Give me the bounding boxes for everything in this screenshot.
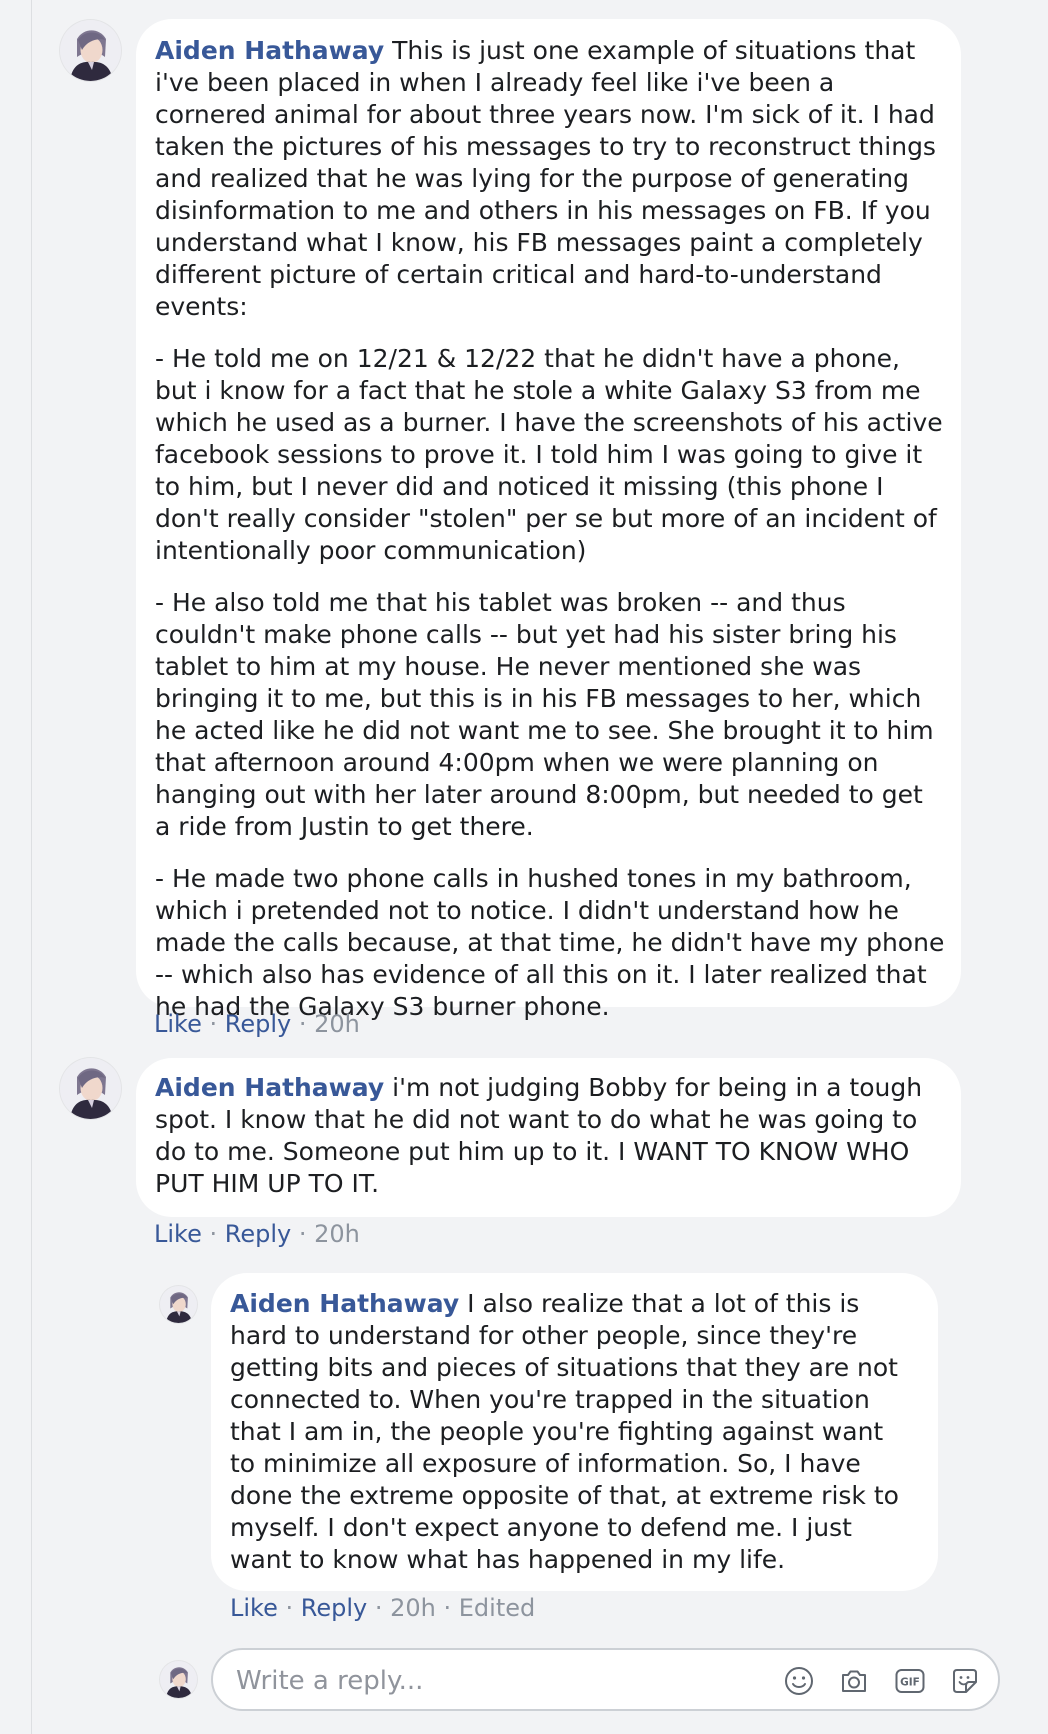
like-button[interactable]: Like xyxy=(230,1594,278,1622)
comment-body: I also realize that a lot of this is har… xyxy=(230,1289,899,1574)
comment-body: This is just one example of situations t… xyxy=(155,36,936,321)
timestamp[interactable]: 20h xyxy=(314,1010,360,1038)
avatar-image xyxy=(160,1661,197,1698)
avatar[interactable] xyxy=(60,20,121,81)
separator-dot: · xyxy=(291,1010,315,1038)
comment-paragraph: - He told me on 12/21 & 12/22 that he di… xyxy=(155,344,943,565)
comment-thread-panel: Aiden Hathaway This is just one example … xyxy=(0,0,1048,1734)
reply-button[interactable]: Reply xyxy=(225,1010,291,1038)
comment-paragraph: Aiden Hathaway I also realize that a lot… xyxy=(230,1288,915,1576)
author-name-link[interactable]: Aiden Hathaway xyxy=(230,1289,459,1318)
svg-text:GIF: GIF xyxy=(900,1677,920,1689)
comment-paragraph: - He also told me that his tablet was br… xyxy=(155,588,934,841)
emoji-icon[interactable] xyxy=(782,1664,816,1698)
reply-composer[interactable]: GIF xyxy=(211,1648,1000,1711)
reply-input[interactable] xyxy=(234,1662,768,1700)
author-name-link[interactable]: Aiden Hathaway xyxy=(155,36,384,65)
reply-button[interactable]: Reply xyxy=(225,1220,291,1248)
comment-actions: Like · Reply · 20h · Edited xyxy=(230,1593,535,1623)
comment-bubble: Aiden Hathaway This is just one example … xyxy=(136,19,961,1021)
avatar[interactable] xyxy=(60,1058,121,1119)
avatar[interactable] xyxy=(160,1661,197,1698)
comment-actions: Like · Reply · 20h xyxy=(154,1219,360,1249)
timestamp[interactable]: 20h xyxy=(314,1220,360,1248)
comment-text: Aiden Hathaway I also realize that a lot… xyxy=(230,1288,915,1576)
comment-bubble: Aiden Hathaway i'm not judging Bobby for… xyxy=(136,1058,961,1217)
thread-divider xyxy=(31,0,32,1734)
gif-icon[interactable]: GIF xyxy=(893,1664,927,1698)
avatar[interactable] xyxy=(160,1286,197,1323)
separator-dot: · xyxy=(201,1010,225,1038)
comment-text: Aiden Hathaway i'm not judging Bobby for… xyxy=(155,1072,945,1200)
comment-text: Aiden Hathaway This is just one example … xyxy=(155,35,945,1023)
like-button[interactable]: Like xyxy=(154,1220,202,1248)
comment-paragraph: Aiden Hathaway i'm not judging Bobby for… xyxy=(155,1072,945,1200)
timestamp[interactable]: 20h xyxy=(390,1594,436,1622)
separator-dot: · xyxy=(367,1594,391,1622)
like-button[interactable]: Like xyxy=(154,1010,202,1038)
edited-label[interactable]: Edited xyxy=(459,1594,535,1622)
camera-icon[interactable] xyxy=(837,1664,871,1698)
sticker-icon[interactable] xyxy=(948,1664,982,1698)
separator-dot: · xyxy=(435,1594,459,1622)
separator-dot: · xyxy=(201,1220,225,1248)
comment-bubble: Aiden Hathaway I also realize that a lot… xyxy=(211,1273,938,1591)
comment-paragraph: Aiden Hathaway This is just one example … xyxy=(155,35,945,323)
avatar-image xyxy=(60,1058,121,1119)
comment-paragraph: - He made two phone calls in hushed tone… xyxy=(155,864,945,1021)
separator-dot: · xyxy=(291,1220,315,1248)
comment-actions: Like · Reply · 20h xyxy=(154,1009,360,1039)
reply-button[interactable]: Reply xyxy=(301,1594,367,1622)
avatar-image xyxy=(60,20,121,81)
avatar-image xyxy=(160,1286,197,1323)
author-name-link[interactable]: Aiden Hathaway xyxy=(155,1073,384,1102)
separator-dot: · xyxy=(277,1594,301,1622)
